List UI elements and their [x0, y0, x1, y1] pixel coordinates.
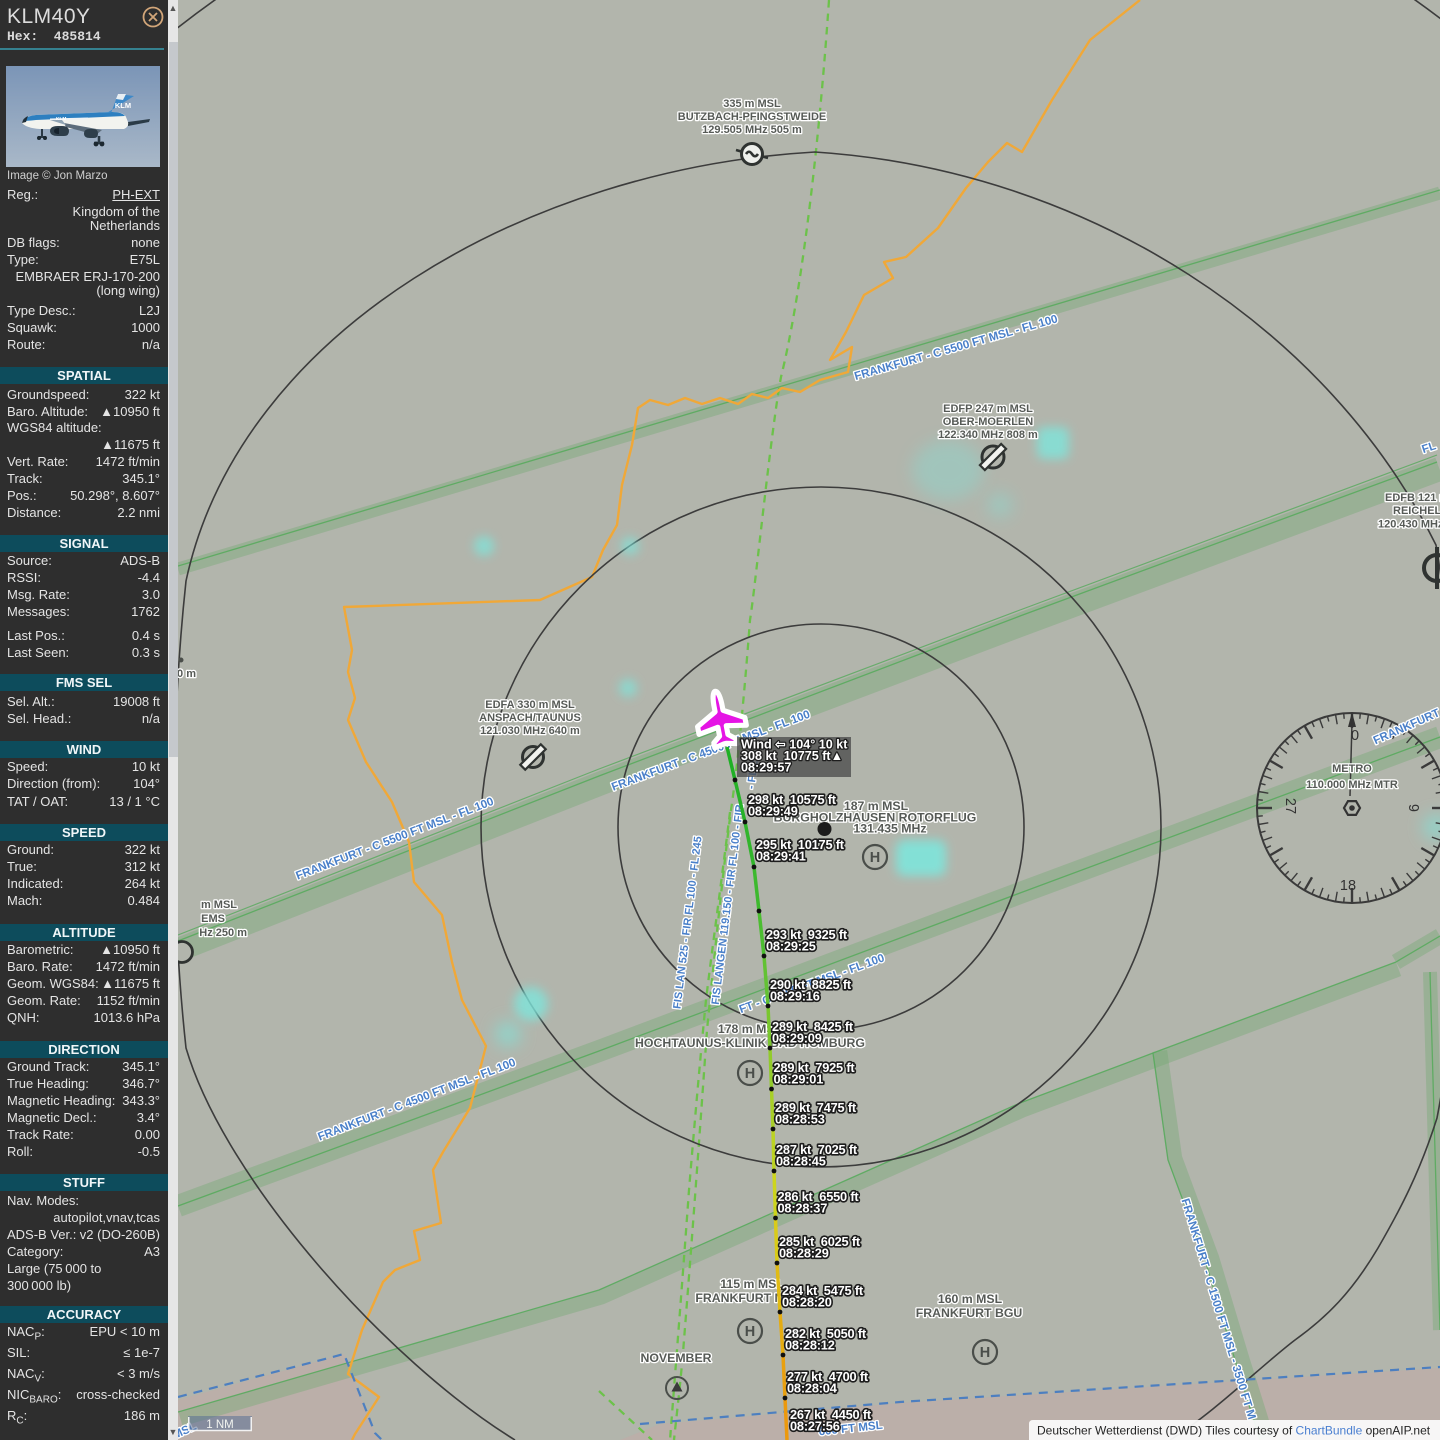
svg-text:METRO: METRO	[1332, 763, 1372, 775]
svg-text:08:28:12: 08:28:12	[785, 1338, 835, 1353]
svg-text:6: 6	[1407, 804, 1423, 812]
svg-text:122.340 MHz 808 m: 122.340 MHz 808 m	[938, 429, 1038, 441]
svg-text:0: 0	[1351, 728, 1359, 744]
svg-text:18: 18	[1340, 878, 1356, 894]
svg-text:HOCHTAUNUS-KLINIK BAD HOMBURG: HOCHTAUNUS-KLINIK BAD HOMBURG	[635, 1036, 865, 1050]
svg-text:m MSL: m MSL	[201, 899, 237, 911]
svg-text:08:27:56: 08:27:56	[790, 1419, 840, 1434]
svg-text:08:28:29: 08:28:29	[779, 1246, 829, 1261]
svg-text:KLM: KLM	[115, 101, 131, 110]
svg-text:08:29:25: 08:29:25	[766, 939, 816, 954]
svg-text:H: H	[745, 1324, 755, 1340]
svg-text:NOVEMBER: NOVEMBER	[640, 1351, 711, 1365]
svg-text:08:29:41: 08:29:41	[756, 849, 806, 864]
svg-text:120.430 MHz: 120.430 MHz	[1378, 519, 1440, 531]
svg-text:EMS: EMS	[201, 913, 225, 925]
svg-text:160 m MSL: 160 m MSL	[938, 1292, 1003, 1306]
svg-text:08:28:04: 08:28:04	[787, 1381, 838, 1396]
svg-text:131.435 MHz: 131.435 MHz	[853, 822, 926, 836]
svg-text:335 m MSL: 335 m MSL	[723, 98, 781, 110]
svg-text:1 NM: 1 NM	[206, 1419, 233, 1431]
svg-text:H: H	[745, 1066, 755, 1082]
svg-text:08:28:37: 08:28:37	[778, 1201, 828, 1216]
svg-text:115 m MSL: 115 m MSL	[720, 1277, 784, 1291]
svg-text:08:29:01: 08:29:01	[774, 1072, 824, 1087]
svg-text:FRANKFURT BGU: FRANKFURT BGU	[916, 1306, 1023, 1320]
svg-text:08:28:20: 08:28:20	[782, 1295, 832, 1310]
svg-text:0 m: 0 m	[178, 668, 196, 680]
svg-text:ANSPACH/TAUNUS: ANSPACH/TAUNUS	[479, 712, 581, 724]
svg-text:H: H	[980, 1345, 990, 1361]
svg-text:08:29:09: 08:29:09	[772, 1031, 822, 1046]
svg-text:OBER-MOERLEN: OBER-MOERLEN	[943, 416, 1034, 428]
svg-text:H: H	[870, 850, 880, 866]
svg-text:08:28:45: 08:28:45	[776, 1154, 826, 1169]
svg-text:110.000 MHz MTR: 110.000 MHz MTR	[1306, 779, 1398, 791]
svg-text:129.505 MHz 505 m: 129.505 MHz 505 m	[702, 124, 802, 136]
svg-text:Hz 250 m: Hz 250 m	[199, 927, 247, 939]
svg-text:08:29:49: 08:29:49	[748, 804, 798, 819]
svg-text:EDFA 330 m MSL: EDFA 330 m MSL	[485, 699, 575, 711]
svg-text:EDFP 247 m MSL: EDFP 247 m MSL	[943, 403, 1033, 415]
svg-text:121.030 MHz 640 m: 121.030 MHz 640 m	[480, 725, 580, 737]
svg-text:REICHELSH: REICHELSH	[1393, 505, 1440, 517]
svg-text:27: 27	[1282, 798, 1298, 814]
svg-text:08:29:16: 08:29:16	[770, 989, 820, 1004]
svg-text:08:28:53: 08:28:53	[775, 1112, 825, 1127]
svg-text:08:29:57: 08:29:57	[741, 761, 791, 775]
svg-text:Deutscher Wetterdienst (DWD) T: Deutscher Wetterdienst (DWD) Tiles court…	[1037, 1424, 1431, 1438]
svg-text:BUTZBACH-PFINGSTWEIDE: BUTZBACH-PFINGSTWEIDE	[678, 111, 827, 123]
svg-text:EDFB 121 m: EDFB 121 m	[1385, 492, 1440, 504]
